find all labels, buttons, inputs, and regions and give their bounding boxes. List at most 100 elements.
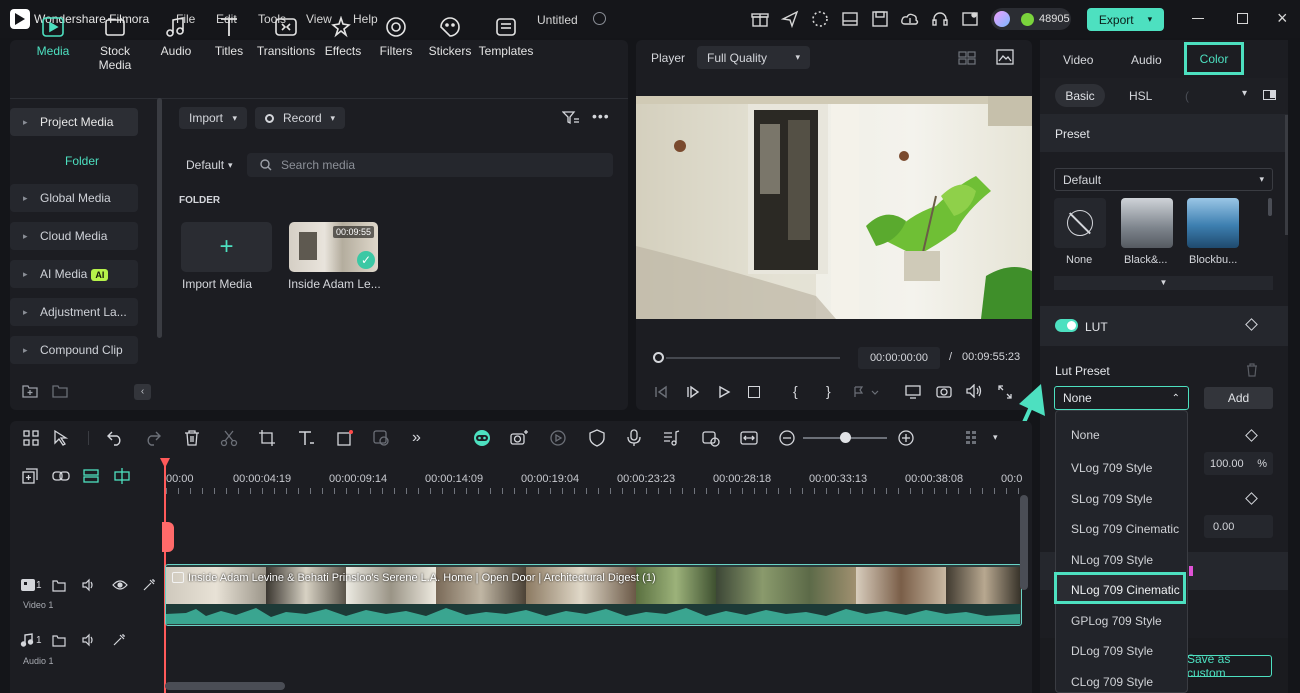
offset-input[interactable]: 0.00 [1204,515,1273,538]
credits-badge[interactable]: 48905 [991,8,1071,30]
zoom-slider-thumb[interactable] [840,432,851,443]
microphone-icon[interactable] [625,429,643,447]
tab-stock-media[interactable]: Stock Media [84,16,146,72]
select-tool-icon[interactable] [52,429,70,447]
strength-input[interactable]: 100.00% [1204,452,1273,475]
track-effect-icon[interactable] [112,633,126,647]
snapshot-icon[interactable] [936,384,952,398]
link-icon[interactable] [52,469,70,483]
maximize-icon[interactable] [1237,13,1248,24]
stop-icon[interactable] [748,386,760,398]
color-match-icon[interactable] [372,429,390,447]
lut-option-nlog-style[interactable]: NLog 709 Style [1071,553,1153,567]
import-media-tile[interactable]: + [181,222,272,272]
monitor-icon[interactable] [905,385,921,399]
new-folder-icon[interactable] [22,384,38,398]
filter-icon[interactable] [562,110,580,126]
collapse-panel-button[interactable]: ‹ [134,384,151,400]
eye-icon[interactable] [112,579,128,591]
subtab-hsl[interactable]: HSL [1129,89,1152,103]
text-tool-icon[interactable] [297,429,315,447]
play-icon[interactable] [717,385,731,399]
camera-add-icon[interactable] [510,429,528,447]
undo-icon[interactable] [106,429,124,447]
send-icon[interactable] [781,10,799,28]
save-icon[interactable] [871,10,889,28]
notification-icon[interactable] [961,10,979,28]
lut-option-gplog-style[interactable]: GPLog 709 Style [1071,614,1162,628]
grid-view-icon[interactable] [958,51,976,65]
tab-color[interactable]: Color [1184,42,1244,75]
preset-black-white-tile[interactable] [1121,198,1173,248]
playhead-scrubber[interactable] [653,352,664,363]
grid-layout-icon[interactable] [22,429,40,447]
layout-icon[interactable] [841,10,859,28]
preset-scrollbar[interactable] [1268,198,1272,216]
lock-folder-icon[interactable] [52,634,66,647]
gift-icon[interactable] [751,10,769,28]
track-volume-icon[interactable] [82,633,96,647]
mark-out-icon[interactable]: } [826,383,831,399]
playhead-tab[interactable] [162,522,174,552]
chevron-down-icon[interactable]: ▾ [993,432,998,443]
current-time[interactable]: 00:00:00:00 [858,347,940,369]
sort-dropdown[interactable]: Default ▾ [186,158,233,172]
tab-templates[interactable]: Templates [476,16,536,58]
redo-icon[interactable] [144,429,162,447]
fit-timeline-icon[interactable] [740,429,758,447]
tab-video[interactable]: Video [1063,53,1093,67]
tab-media[interactable]: Media [23,16,83,58]
mark-in-icon[interactable]: { [793,383,798,399]
track-layout-icon[interactable] [83,469,99,483]
nav-project-media[interactable]: Project Media [10,108,138,136]
save-as-custom-button[interactable]: Save as custom [1186,652,1272,680]
speed-icon[interactable] [549,429,567,447]
nav-global-media[interactable]: Global Media [10,184,138,212]
snap-icon[interactable] [113,467,131,485]
lut-option-nlog-cinematic[interactable]: NLog 709 Cinematic [1071,583,1180,597]
crop-icon[interactable] [258,429,276,447]
lut-option-slog-style[interactable]: SLog 709 Style [1071,492,1152,506]
tab-audio[interactable]: Audio [146,16,206,58]
tab-filters[interactable]: Filters [366,16,426,58]
nav-ai-media[interactable]: AI MediaAI [10,260,138,288]
add-track-icon[interactable] [22,468,38,484]
panel-scrollbar[interactable] [157,98,162,338]
track-effect-icon[interactable] [142,578,156,592]
lut-option-none[interactable]: None [1071,428,1100,442]
close-icon[interactable]: × [1277,8,1288,29]
add-lut-button[interactable]: Add [1204,387,1273,409]
preset-none-tile[interactable] [1054,198,1106,248]
nav-folder[interactable]: Folder [65,154,99,168]
preset-dropdown[interactable]: Default ▾ [1054,168,1273,191]
lut-option-dlog-style[interactable]: DLog 709 Style [1071,644,1153,658]
lock-folder-icon[interactable] [52,579,66,592]
expand-presets-button[interactable]: ▼ [1054,276,1273,290]
more-options-icon[interactable]: ••• [592,108,610,124]
tab-transitions[interactable]: Transitions [256,16,316,58]
lut-preset-dropdown[interactable]: None ⌃ [1054,386,1189,410]
shield-icon[interactable] [588,429,606,447]
cloud-upload-icon[interactable] [901,10,919,28]
preset-blockbuster-tile[interactable] [1187,198,1239,248]
record-button[interactable]: Record ▾ [255,107,345,129]
video-preview[interactable] [636,96,1032,319]
quality-dropdown[interactable]: Full Quality ▾ [697,46,810,69]
nav-cloud-media[interactable]: Cloud Media [10,222,138,250]
panel-toggle-icon[interactable] [1263,90,1276,100]
marker-icon[interactable] [853,386,879,398]
image-icon[interactable] [996,49,1014,65]
previous-frame-icon[interactable] [654,385,668,399]
step-forward-icon[interactable] [686,385,700,399]
media-thumbnail[interactable]: 00:09:55 ✓ [289,222,378,272]
tab-titles[interactable]: Titles [199,16,259,58]
track-volume-icon[interactable] [82,578,96,592]
shape-icon[interactable] [336,429,354,447]
progress-track[interactable] [666,357,840,359]
props-scrollbar[interactable] [1285,115,1288,235]
tab-stickers[interactable]: Stickers [420,16,480,58]
import-button[interactable]: Import ▾ [179,107,247,129]
lut-toggle[interactable] [1055,319,1078,332]
lut-option-vlog-style[interactable]: VLog 709 Style [1071,461,1152,475]
nav-compound-clip[interactable]: Compound Clip [10,336,138,364]
